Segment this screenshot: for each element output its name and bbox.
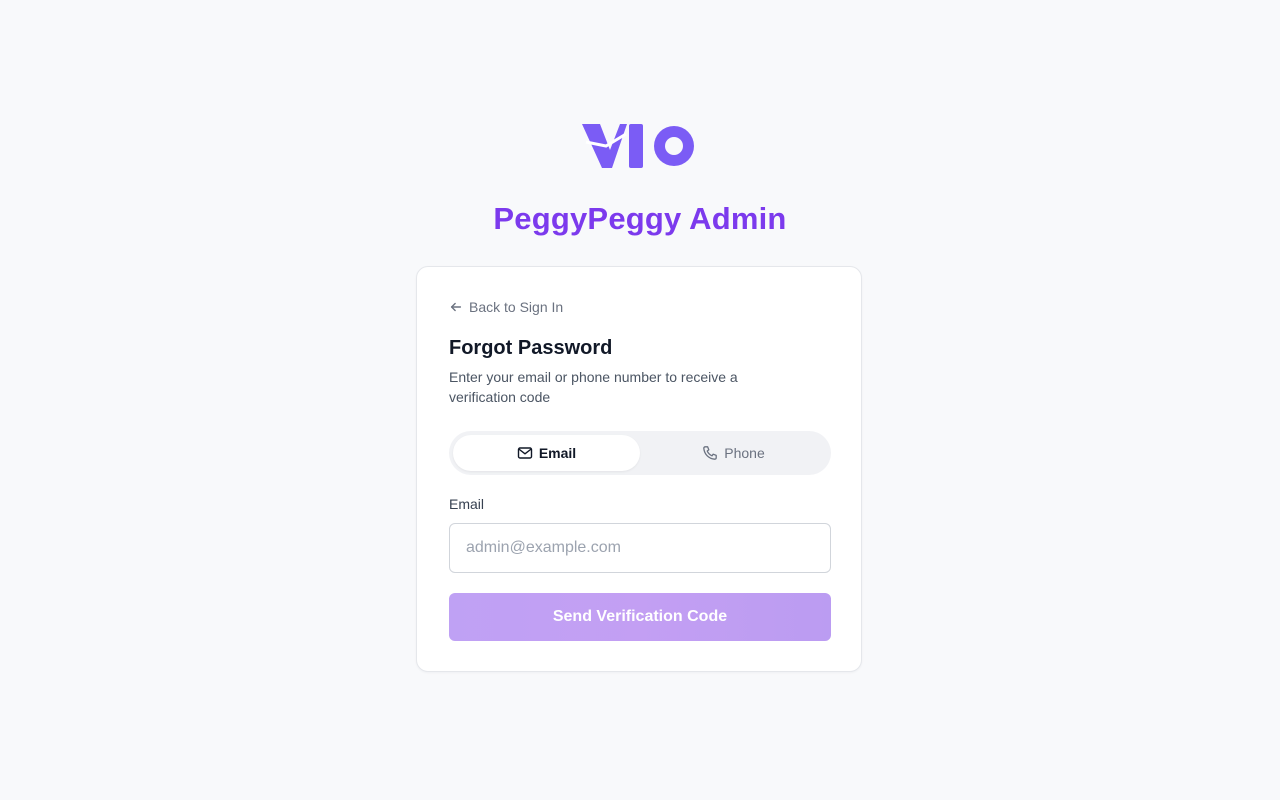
page-heading: Forgot Password [449, 337, 613, 359]
back-link-label: Back to Sign In [469, 299, 564, 315]
forgot-password-page: PeggyPeggy Admin Back to Sign In Forgot … [0, 0, 1280, 800]
email-field-label: Email [449, 496, 485, 512]
brand-header: PeggyPeggy Admin [0, 120, 1280, 237]
back-to-sign-in-link[interactable]: Back to Sign In [449, 299, 563, 315]
app-title: PeggyPeggy Admin [493, 201, 787, 236]
forgot-password-card: Back to Sign In Forgot Password Enter yo… [416, 266, 862, 672]
tab-phone-label: Phone [724, 445, 765, 461]
tab-email[interactable]: Email [453, 435, 640, 471]
mail-icon [517, 447, 533, 459]
contact-method-toggle: Email Phone [449, 431, 831, 475]
tab-phone[interactable]: Phone [640, 435, 827, 471]
email-input[interactable] [449, 523, 831, 573]
phone-icon [703, 446, 718, 460]
arrow-left-icon [450, 302, 462, 312]
send-verification-code-button[interactable]: Send Verification Code [449, 593, 831, 641]
page-description: Enter your email or phone number to rece… [449, 369, 738, 405]
tab-email-label: Email [538, 445, 577, 461]
vio-logo [582, 124, 694, 168]
